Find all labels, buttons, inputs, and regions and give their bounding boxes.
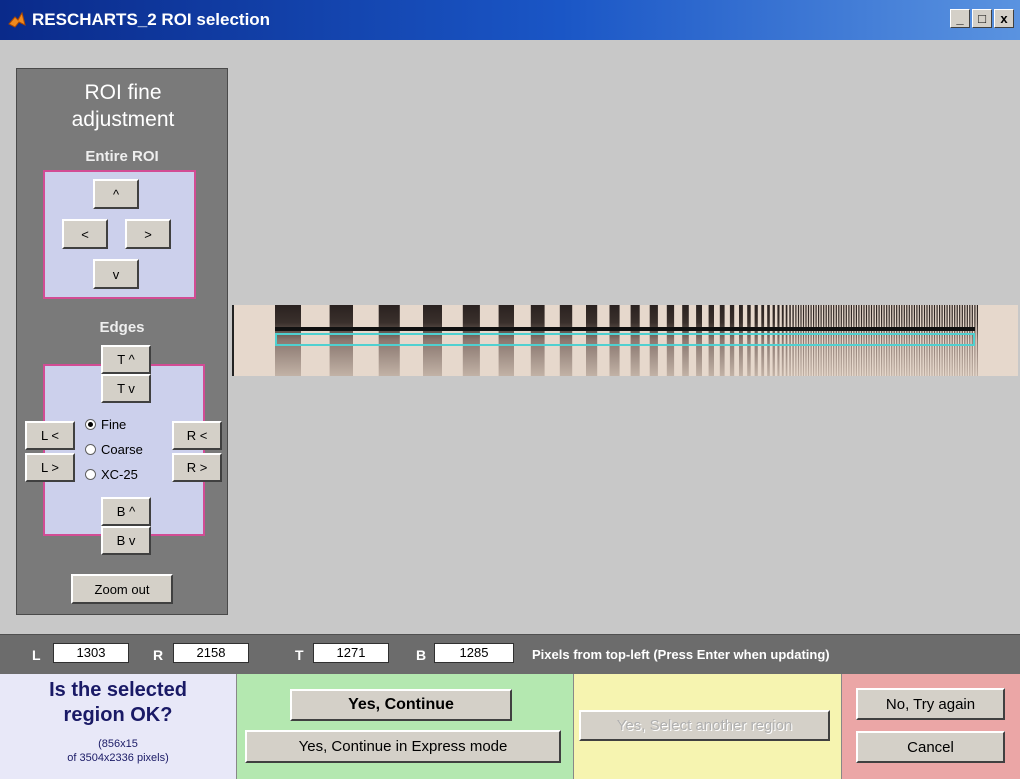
radio-selected-icon xyxy=(85,419,96,430)
top-edge-up-button[interactable]: T ^ xyxy=(101,345,151,374)
step-fine-label: Fine xyxy=(101,417,127,432)
panel-title: ROI fine adjustment xyxy=(71,81,175,131)
matlab-icon xyxy=(8,11,26,28)
step-fine-radio[interactable]: Fine xyxy=(85,417,126,432)
edges-label: Edges xyxy=(99,319,145,336)
roi-right-button[interactable]: > xyxy=(125,219,171,249)
chart-bar xyxy=(976,305,978,376)
retry-section: No, Try again Cancel xyxy=(842,674,1020,779)
main-area: ROI fine adjustment Entire ROI ^ < > v E… xyxy=(0,40,1020,634)
zoom-out-button[interactable]: Zoom out xyxy=(71,574,173,604)
roi-up-button[interactable]: ^ xyxy=(93,179,139,209)
step-coarse-label: Coarse xyxy=(101,442,143,457)
right-edge-right-button[interactable]: R > xyxy=(172,453,222,482)
maximize-button[interactable]: □ xyxy=(972,9,992,28)
question-title: Is the selected region OK? xyxy=(49,679,187,726)
entire-roi-label: Entire ROI xyxy=(85,148,159,165)
resolution-chart-image xyxy=(232,305,1018,376)
roi-left-button[interactable]: < xyxy=(62,219,108,249)
coordinates-hint: Pixels from top-left (Press Enter when u… xyxy=(532,647,830,662)
left-edge-left-button[interactable]: L < xyxy=(25,421,75,450)
left-coord-label: L xyxy=(32,647,41,663)
right-coord-label: R xyxy=(153,647,164,663)
window-title: RESCHARTS_2 ROI selection xyxy=(32,10,271,29)
roi-fine-adjustment-panel: ROI fine adjustment Entire ROI ^ < > v E… xyxy=(16,68,228,615)
minimize-button[interactable]: _ xyxy=(950,9,970,28)
try-again-button[interactable]: No, Try again xyxy=(856,688,1005,720)
step-xc25-label: XC-25 xyxy=(101,467,138,482)
close-button[interactable]: x xyxy=(994,9,1014,28)
select-another-region-button[interactable]: Yes, Select another region xyxy=(579,710,830,741)
select-another-section: Yes, Select another region xyxy=(574,674,842,779)
region-size-line2: of 3504x2336 pixels) xyxy=(67,752,169,764)
radio-unselected-icon xyxy=(85,469,96,480)
cancel-button[interactable]: Cancel xyxy=(856,731,1005,763)
continue-express-button[interactable]: Yes, Continue in Express mode xyxy=(245,730,561,763)
roi-down-button[interactable]: v xyxy=(93,259,139,289)
bottom-edge-down-button[interactable]: B v xyxy=(101,526,151,555)
continue-button[interactable]: Yes, Continue xyxy=(290,689,512,721)
radio-unselected-icon xyxy=(85,444,96,455)
left-edge-right-button[interactable]: L > xyxy=(25,453,75,482)
step-coarse-radio[interactable]: Coarse xyxy=(85,442,143,457)
right-edge-left-button[interactable]: R < xyxy=(172,421,222,450)
coordinates-bar: L 1303 R 2158 T 1271 B 1285 Pixels from … xyxy=(0,634,1020,674)
right-coord-input[interactable]: 2158 xyxy=(173,643,249,663)
entire-roi-box: ^ < > v xyxy=(43,170,196,299)
bottom-coord-label: B xyxy=(416,647,427,663)
left-coord-input[interactable]: 1303 xyxy=(53,643,129,663)
window-controls: _ □ x xyxy=(950,9,1014,28)
bottom-coord-input[interactable]: 1285 xyxy=(434,643,514,663)
roi-selection-box[interactable] xyxy=(275,333,975,346)
top-coord-label: T xyxy=(295,647,304,663)
region-size-line1: (856x15 xyxy=(98,738,138,750)
top-edge-down-button[interactable]: T v xyxy=(101,374,151,403)
bottom-edge-up-button[interactable]: B ^ xyxy=(101,497,151,526)
top-coord-input[interactable]: 1271 xyxy=(313,643,389,663)
continue-section: Yes, Continue Yes, Continue in Express m… xyxy=(237,674,574,779)
step-xc25-radio[interactable]: XC-25 xyxy=(85,467,138,482)
title-bar: RESCHARTS_2 ROI selection _ □ x xyxy=(0,0,1020,40)
question-section: Is the selected region OK? (856x15 of 35… xyxy=(0,674,237,779)
